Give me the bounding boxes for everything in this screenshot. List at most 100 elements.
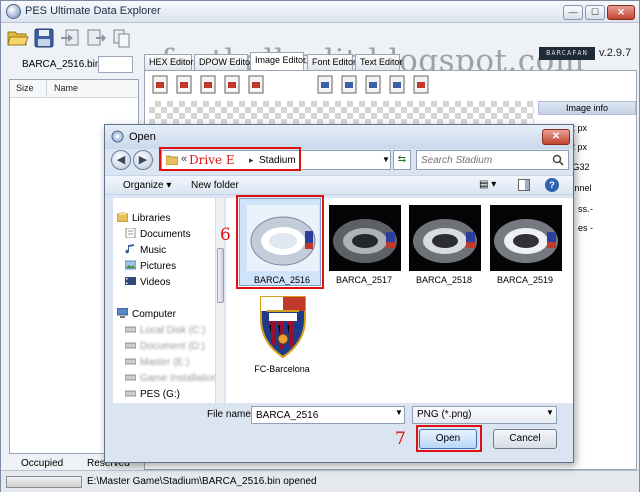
folder-icon [166, 155, 178, 165]
cancel-button[interactable]: Cancel [493, 429, 557, 449]
file-list-header: Size Name [10, 80, 138, 98]
change-view-button[interactable]: ▤ ▾ [479, 179, 505, 190]
file-item-barca-2519[interactable] [490, 205, 562, 271]
organize-menu[interactable]: Organize ▾ [123, 180, 171, 191]
filename-dropdown-icon[interactable]: ▼ [395, 408, 403, 417]
help-icon[interactable]: ? [545, 178, 559, 192]
image-slot-icon[interactable] [315, 74, 335, 96]
file-index-field[interactable] [98, 56, 133, 73]
nav-pes-g[interactable]: PES (G:) [125, 388, 180, 400]
nav-local-disk-c[interactable]: Local Disk (C:) [125, 324, 206, 336]
save-button[interactable] [33, 27, 55, 49]
nav-game-installation[interactable]: Game Installation [125, 372, 218, 384]
file-label: BARCA_2519 [496, 275, 554, 285]
image-slot-icon[interactable] [150, 74, 170, 96]
brand-badge: BARCAFAN [539, 47, 595, 60]
file-item-barca-2516[interactable] [247, 205, 319, 271]
tab-hex-editor[interactable]: HEX Editor [144, 54, 194, 70]
image-slot-icon[interactable] [363, 74, 383, 96]
search-input[interactable] [421, 154, 546, 166]
maximize-button[interactable]: ☐ [585, 5, 605, 20]
videos-icon [125, 277, 136, 285]
search-icon[interactable] [552, 154, 564, 166]
pictures-icon [125, 260, 136, 270]
filename-label: File name: [207, 409, 254, 420]
drive-icon [125, 374, 136, 381]
status-text: E:\Master Game\Stadium\BARCA_2516.bin op… [87, 476, 317, 487]
image-slot-icon[interactable] [387, 74, 407, 96]
close-button[interactable]: ✕ [607, 5, 635, 20]
nav-music-label: Music [140, 245, 167, 256]
column-divider[interactable] [46, 80, 47, 98]
nav-documents[interactable]: Documents [125, 228, 191, 240]
address-separator-icon[interactable]: ▸ [249, 155, 254, 166]
floppy-disk-icon [34, 28, 54, 48]
stadium-thumbnail-icon [490, 205, 562, 271]
nav-computer-label: Computer [132, 309, 176, 320]
open-folder-button[interactable] [7, 27, 29, 49]
nav-documents-label: Documents [140, 229, 191, 240]
filetype-dropdown-icon[interactable]: ▼ [546, 408, 554, 417]
column-size[interactable]: Size [16, 83, 34, 93]
filename-input[interactable] [251, 406, 405, 424]
file-label: FC-Barcelona [254, 364, 310, 374]
import-icon [61, 29, 79, 46]
tab-text-editor[interactable]: Text Editor [355, 54, 403, 70]
nav-videos-label: Videos [140, 277, 171, 288]
dialog-titlebar: Open ✕ [105, 125, 573, 149]
nav-scrollbar-thumb[interactable] [217, 248, 224, 303]
new-folder-button[interactable]: New folder [191, 180, 239, 191]
tab-dpow-editor[interactable]: DPOW Editor [194, 54, 253, 70]
address-folder-segment[interactable]: Stadium [259, 155, 296, 166]
nav-local-disk-c-label: Local Disk (C:) [140, 325, 206, 336]
stadium-thumbnail-icon [247, 205, 319, 271]
command-bar: Organize ▾ New folder ▤ ▾ ? [105, 175, 573, 195]
tab-image-editor[interactable]: Image Editor [250, 52, 306, 70]
address-drive-segment[interactable]: Drive E [189, 153, 235, 167]
nav-document-d-label: Document (D:) [140, 341, 206, 352]
copy-icon [113, 29, 130, 48]
image-info-label: ss. [578, 204, 590, 214]
image-slot-icon[interactable] [222, 74, 242, 96]
nav-document-d[interactable]: Document (D:) [125, 340, 205, 352]
image-slot-icon[interactable] [411, 74, 431, 96]
image-slot-icon[interactable] [174, 74, 194, 96]
computer-icon [117, 308, 128, 318]
open-button[interactable]: Open [419, 429, 477, 449]
library-icon [117, 212, 128, 222]
preview-pane-icon[interactable] [518, 179, 530, 191]
export-button[interactable] [85, 27, 107, 49]
nav-master-e[interactable]: Master (E:) [125, 356, 189, 368]
minimize-button[interactable]: — [563, 5, 583, 20]
copy-button[interactable] [111, 27, 133, 49]
nav-music[interactable]: Music [125, 244, 166, 256]
file-item-barca-2518[interactable] [409, 205, 481, 271]
import-button[interactable] [59, 27, 81, 49]
refresh-button[interactable]: ⇆ [393, 150, 411, 170]
fc-barcelona-crest-icon [247, 293, 319, 361]
nav-libraries-label: Libraries [132, 213, 171, 224]
nav-pictures[interactable]: Pictures [125, 260, 176, 272]
back-button[interactable]: ◀ [111, 150, 131, 170]
version-label: v.2.9.7 [599, 47, 632, 59]
filetype-select[interactable]: PNG (*.png) [412, 406, 557, 424]
file-item-barca-2517[interactable] [329, 205, 401, 271]
nav-computer[interactable]: Computer [117, 308, 176, 320]
address-overflow-chevron[interactable]: « [181, 153, 187, 165]
drive-icon [125, 342, 136, 349]
file-item-fc-barcelona[interactable] [247, 293, 319, 361]
address-bar[interactable]: « Drive E ▸ Stadium [161, 150, 391, 170]
dialog-title: Open [129, 131, 156, 143]
nav-videos[interactable]: Videos [125, 276, 170, 288]
column-name[interactable]: Name [54, 83, 78, 93]
app-logo-icon [6, 4, 21, 19]
file-label: BARCA_2517 [335, 275, 393, 285]
image-slot-icon[interactable] [339, 74, 359, 96]
dialog-close-button[interactable]: ✕ [542, 129, 570, 145]
forward-button[interactable]: ▶ [133, 150, 153, 170]
nav-libraries[interactable]: Libraries [117, 212, 170, 224]
image-slot-icon[interactable] [246, 74, 266, 96]
image-slot-icon[interactable] [198, 74, 218, 96]
tab-font-editor[interactable]: Font Editor [307, 54, 356, 70]
export-icon [87, 29, 106, 46]
